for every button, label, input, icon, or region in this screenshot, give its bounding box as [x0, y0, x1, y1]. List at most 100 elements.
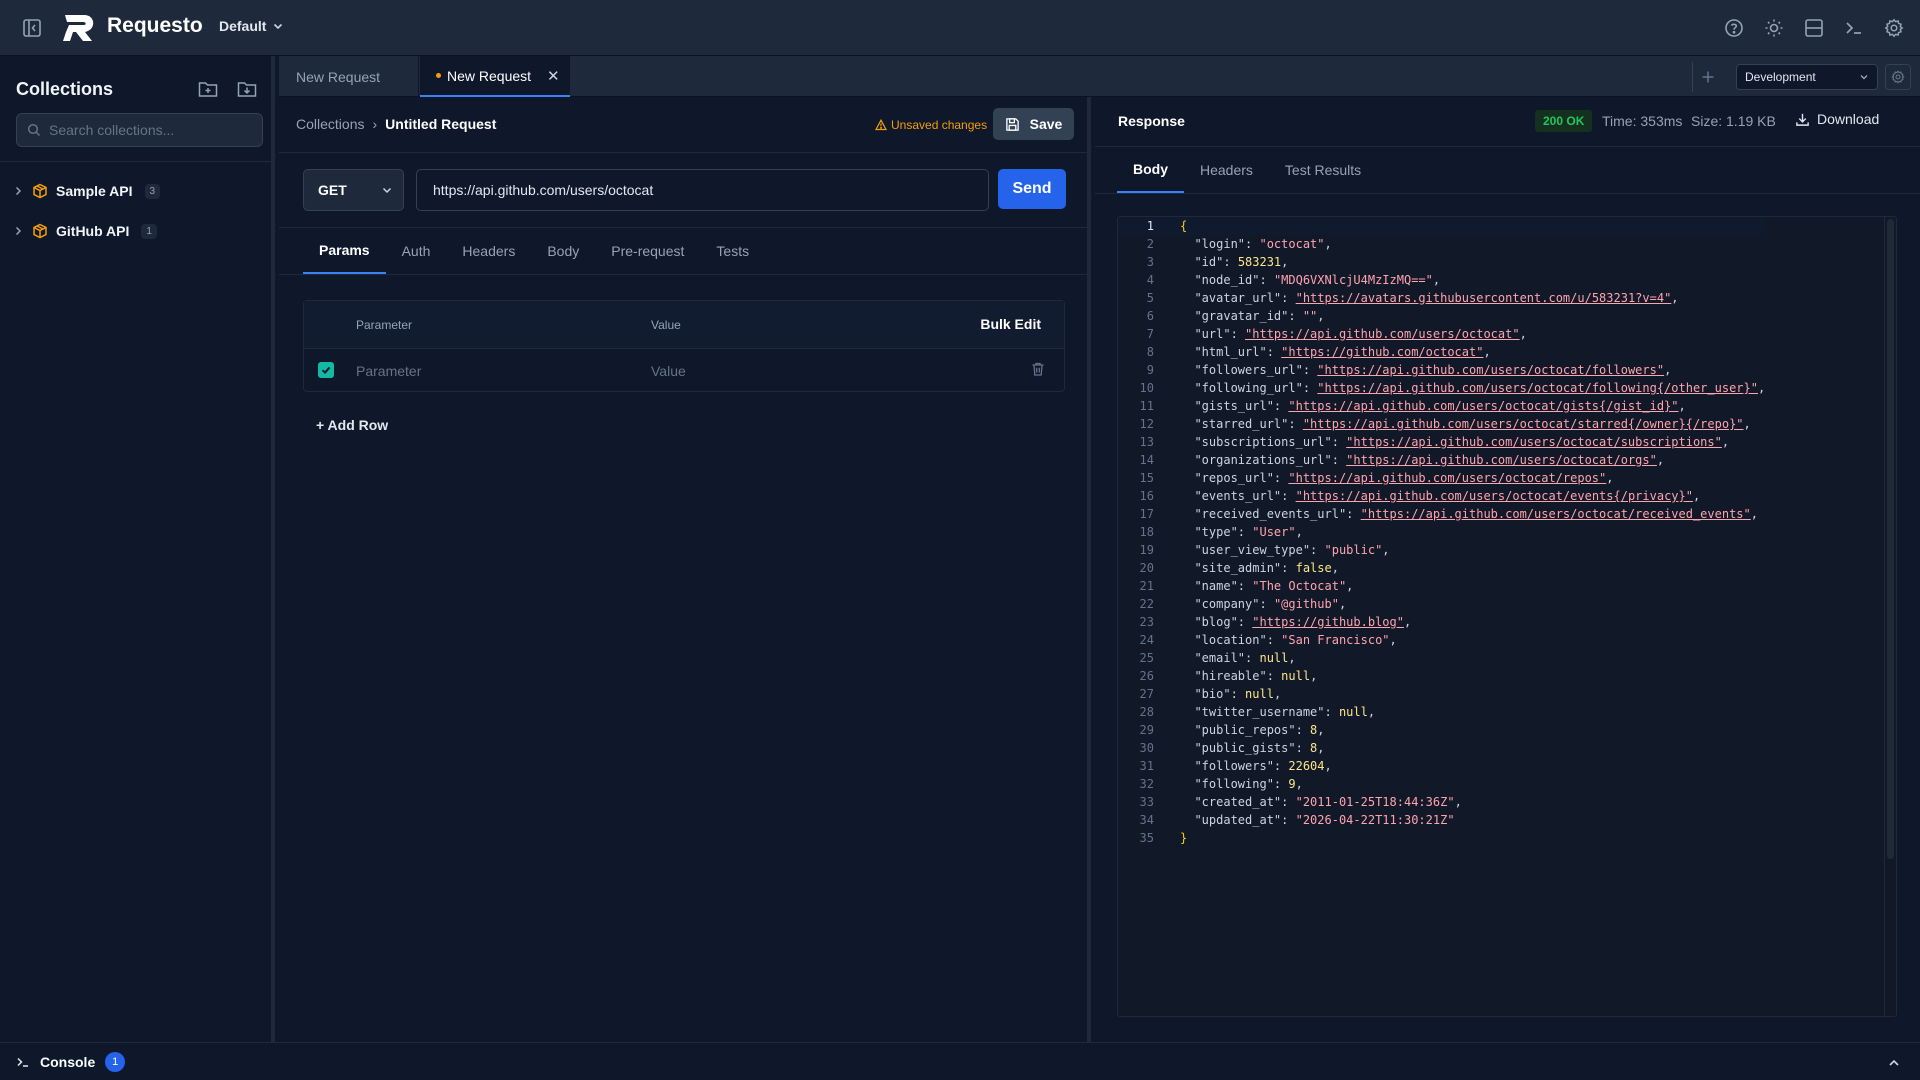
chevron-right-icon[interactable] — [12, 225, 24, 237]
json-token: , — [1656, 453, 1665, 467]
scrollbar-thumb[interactable] — [1887, 219, 1894, 859]
breadcrumb: Collections › Untitled Request — [296, 116, 496, 132]
layout-icon[interactable] — [1802, 14, 1826, 42]
tab-response-body[interactable]: Body — [1117, 147, 1184, 193]
chevron-right-icon[interactable] — [12, 185, 24, 197]
status-badge: 200 OK — [1535, 110, 1593, 132]
bulk-edit-button[interactable]: Bulk Edit — [980, 316, 1041, 332]
json-token: : — [1273, 777, 1289, 791]
close-icon[interactable]: ✕ — [547, 67, 560, 85]
send-button[interactable]: Send — [998, 169, 1066, 209]
tab-headers[interactable]: Headers — [446, 228, 531, 274]
code-line: 5 "avatar_url": "https://avatars.githubu… — [1118, 289, 1765, 307]
json-token: "followers" — [1180, 759, 1274, 773]
json-token: "created_at" — [1180, 795, 1282, 809]
json-token: false — [1295, 561, 1332, 575]
code-line: 25 "email": null, — [1118, 649, 1765, 667]
console-toggle[interactable]: Console 1 — [16, 1052, 126, 1072]
json-url-link[interactable]: "https://api.github.com/users/octocat/fo… — [1317, 381, 1758, 395]
divider — [279, 274, 1087, 275]
code-line: 12 "starred_url": "https://api.github.co… — [1118, 415, 1765, 433]
json-token: : — [1237, 615, 1253, 629]
json-token: : — [1273, 759, 1289, 773]
column-header-parameter: Parameter — [356, 318, 413, 332]
response-size: Size: 1.19 KB — [1691, 113, 1776, 129]
json-url-link[interactable]: "https://api.github.com/users/octocat/re… — [1361, 507, 1751, 521]
json-url-link[interactable]: "https://api.github.com/users/octocat/su… — [1346, 435, 1722, 449]
tab-params[interactable]: Params — [303, 228, 386, 274]
tab-response-headers[interactable]: Headers — [1184, 147, 1269, 193]
request-tab-active[interactable]: New Request ✕ — [420, 56, 570, 97]
json-url-link[interactable]: "https://api.github.com/users/octocat/fo… — [1317, 363, 1664, 377]
json-token: "blog" — [1180, 615, 1238, 629]
tab-test-results[interactable]: Test Results — [1269, 147, 1377, 193]
trash-icon[interactable] — [1030, 361, 1048, 379]
json-url-link[interactable]: "https://api.github.com/users/octocat/re… — [1288, 471, 1606, 485]
tab-body[interactable]: Body — [531, 228, 595, 274]
response-body-viewer[interactable]: 1{2 "login": "octocat", 3 "id": 583231, 4 … — [1117, 216, 1897, 1017]
collection-item-sample-api[interactable]: Sample API 3 — [12, 178, 161, 204]
tab-pre-request[interactable]: Pre-request — [595, 228, 700, 274]
line-number: 34 — [1139, 813, 1154, 827]
json-token: null — [1259, 651, 1289, 665]
breadcrumb-collections[interactable]: Collections — [296, 116, 364, 132]
response-time: Time: 353ms — [1602, 113, 1683, 129]
code-line: 29 "public_repos": 8, — [1118, 721, 1765, 739]
param-key-input[interactable]: Parameter — [356, 363, 421, 379]
environment-select[interactable]: Development — [1736, 64, 1878, 90]
json-url-link[interactable]: "https://api.github.com/users/octocat/gi… — [1288, 399, 1678, 413]
code-line: 35} — [1118, 829, 1765, 847]
search-input[interactable] — [49, 122, 249, 138]
http-method-select[interactable]: GET — [303, 169, 404, 211]
tab-auth[interactable]: Auth — [386, 228, 447, 274]
download-button[interactable]: Download — [1795, 111, 1879, 127]
tab-tests[interactable]: Tests — [700, 228, 765, 274]
line-number: 33 — [1139, 795, 1154, 809]
json-token: , — [1281, 255, 1289, 269]
gear-icon[interactable] — [1882, 14, 1906, 42]
json-url-link[interactable]: "https://api.github.com/users/octocat" — [1245, 327, 1520, 341]
plus-icon[interactable] — [1692, 62, 1722, 92]
json-token: "octocat" — [1259, 237, 1325, 251]
json-token: "gists_url" — [1180, 399, 1274, 413]
save-button[interactable]: Save — [993, 108, 1074, 140]
sidebar-toggle-icon[interactable] — [20, 16, 44, 40]
add-row-button[interactable]: + Add Row — [316, 417, 388, 433]
json-token: : — [1295, 741, 1311, 755]
json-token: , — [1324, 759, 1332, 773]
line-number: 26 — [1139, 669, 1154, 683]
json-token: : — [1331, 453, 1347, 467]
line-number: 31 — [1139, 759, 1154, 773]
sun-icon[interactable] — [1762, 14, 1786, 42]
url-input[interactable] — [416, 169, 989, 211]
json-url-link[interactable]: "https://api.github.com/users/octocat/ev… — [1296, 489, 1693, 503]
line-number: 3 — [1146, 255, 1154, 269]
json-token: : — [1266, 633, 1282, 647]
unsaved-changes-label: Unsaved changes — [891, 118, 988, 132]
json-token: "2026-04-22T11:30:21Z" — [1295, 813, 1455, 827]
code-line: 24 "location": "San Francisco", — [1118, 631, 1765, 649]
chevron-up-icon[interactable] — [1886, 1055, 1902, 1071]
request-tab-label: New Request — [447, 67, 532, 84]
terminal-icon[interactable] — [1842, 14, 1866, 42]
folder-plus-icon[interactable] — [196, 78, 220, 100]
json-url-link[interactable]: "https://github.com/octocat" — [1281, 345, 1483, 359]
scrollbar[interactable] — [1884, 217, 1896, 1016]
json-token: , — [1692, 489, 1701, 503]
json-url-link[interactable]: "https://api.github.com/users/octocat/st… — [1303, 417, 1744, 431]
code-line: 9 "followers_url": "https://api.github.c… — [1118, 361, 1765, 379]
import-icon[interactable] — [235, 78, 259, 100]
json-token: : — [1302, 381, 1318, 395]
collection-item-github-api[interactable]: GitHub API 1 — [12, 218, 157, 244]
json-url-link[interactable]: "https://avatars.githubusercontent.com/u… — [1296, 291, 1672, 305]
request-tab[interactable]: New Request — [279, 56, 419, 97]
json-url-link[interactable]: "https://api.github.com/users/octocat/or… — [1346, 453, 1657, 467]
workspace-selector[interactable]: Default — [219, 18, 284, 34]
json-url-link[interactable]: "https://github.blog" — [1252, 615, 1404, 629]
environment-settings-icon[interactable] — [1885, 64, 1911, 90]
collection-name: Sample API — [56, 183, 133, 199]
param-enabled-checkbox[interactable] — [318, 362, 334, 378]
help-circle-icon[interactable] — [1722, 14, 1746, 42]
collection-search-box[interactable] — [16, 113, 263, 147]
param-value-input[interactable]: Value — [651, 363, 686, 379]
